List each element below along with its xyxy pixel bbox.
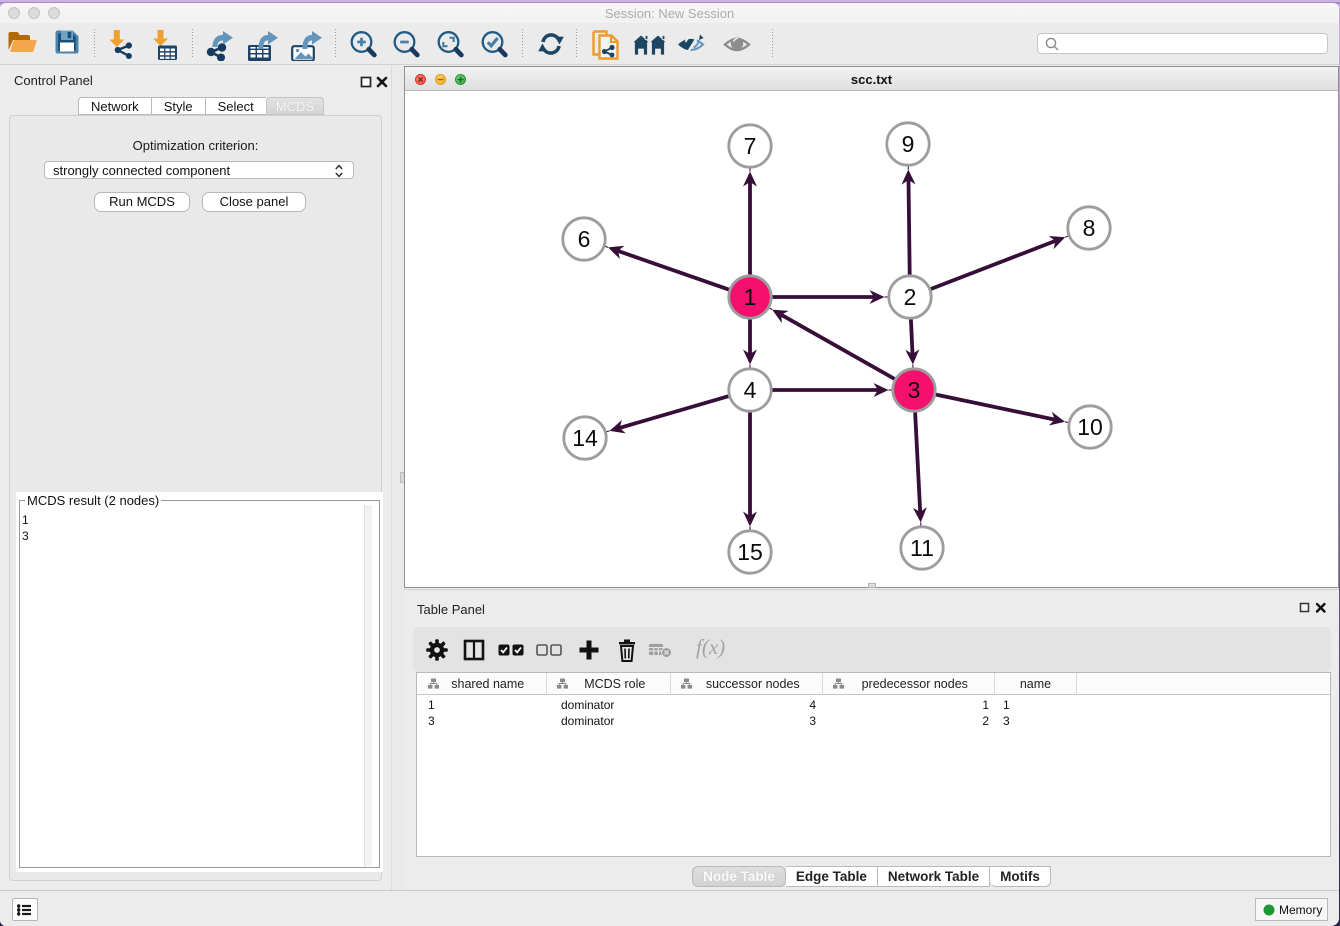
svg-text:15: 15	[737, 539, 763, 565]
svg-text:9: 9	[902, 131, 915, 157]
svg-text:4: 4	[744, 377, 757, 403]
svg-text:11: 11	[910, 535, 934, 561]
svg-text:8: 8	[1083, 215, 1096, 241]
svg-text:14: 14	[572, 425, 598, 451]
svg-text:10: 10	[1077, 414, 1103, 440]
svg-text:7: 7	[744, 133, 757, 159]
svg-text:2: 2	[904, 284, 917, 310]
svg-text:6: 6	[578, 226, 591, 252]
svg-text:1: 1	[744, 284, 757, 310]
svg-text:3: 3	[908, 377, 921, 403]
